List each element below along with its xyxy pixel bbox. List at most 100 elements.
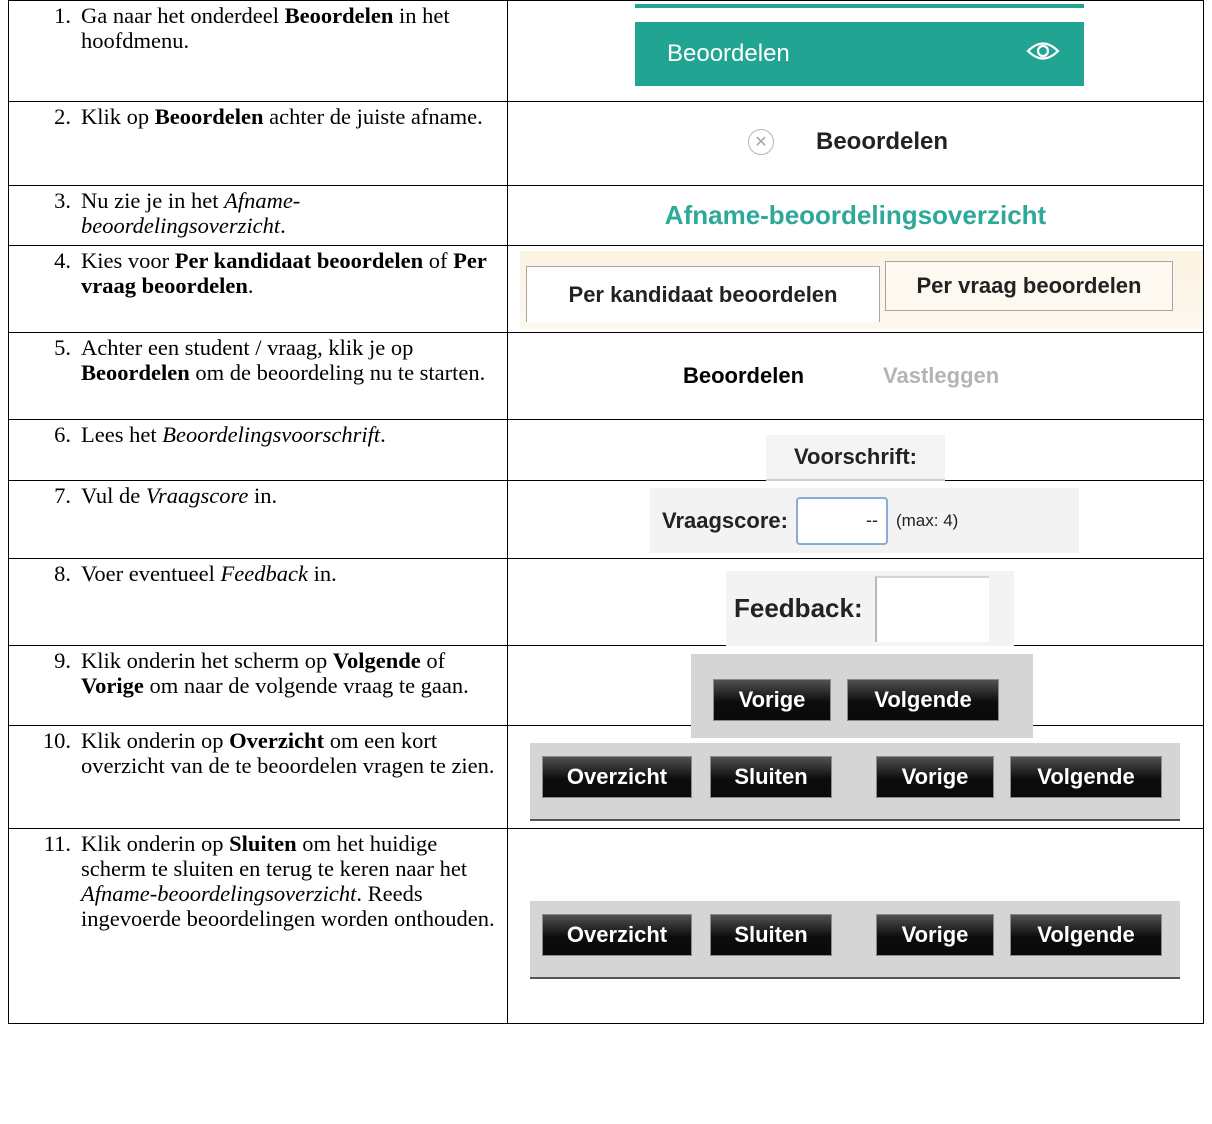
step-text: Achter een student / vraag, klik je op B…: [81, 335, 503, 385]
vraagscore-input[interactable]: --: [795, 496, 888, 545]
step-text-cell: 4. Kies voor Per kandidaat beoordelen of …: [8, 245, 508, 333]
menu-item-label: Beoordelen: [667, 40, 790, 67]
step-text-cell: 1. Ga naar het onderdeel Beoordelen in he…: [8, 0, 508, 102]
volgende-button[interactable]: Volgende: [847, 679, 999, 721]
tab-per-kandidaat[interactable]: Per kandidaat beoordelen: [526, 266, 880, 322]
step-row-8: 8. Voer eventueel Feedback in. Feedback:: [8, 558, 1204, 646]
step-number: 4.: [54, 248, 71, 273]
step-text-cell: 5. Achter een student / vraag, klik je op…: [8, 332, 508, 420]
close-circle-icon[interactable]: ✕: [748, 129, 774, 155]
step-text-bold: Sluiten: [229, 831, 297, 856]
step-text-run: Klik onderin op: [81, 728, 230, 753]
overzicht-button[interactable]: Overzicht: [542, 914, 692, 956]
step-text: Klik onderin op Sluiten om het huidige s…: [81, 831, 503, 931]
vraagscore-label: Vraagscore:: [662, 507, 788, 533]
beoordelen-link[interactable]: Beoordelen: [816, 128, 948, 156]
step-number: 11.: [43, 831, 71, 856]
feedback-panel: Feedback:: [726, 571, 1014, 646]
step-text-cell: 11. Klik onderin op Sluiten om het huidig…: [8, 828, 508, 1024]
step-number: 6.: [54, 422, 71, 447]
voorschrift-header[interactable]: Voorschrift:: [766, 435, 945, 481]
step-text-run: Klik op: [81, 104, 155, 129]
feedback-label: Feedback:: [734, 593, 863, 623]
step-number: 2.: [54, 104, 71, 129]
row-action-links: Beoordelen Vastleggen: [683, 363, 999, 389]
step-text-bold: Volgende: [332, 648, 421, 673]
step-text-cell: 7. Vul de Vraagscore in.: [8, 480, 508, 559]
instruction-table: 1. Ga naar het onderdeel Beoordelen in he…: [8, 0, 1204, 1024]
step-text: Ga naar het onderdeel Beoordelen in het …: [81, 3, 503, 53]
tab-per-vraag[interactable]: Per vraag beoordelen: [885, 261, 1173, 311]
step-text: Kies voor Per kandidaat beoordelen of Pe…: [81, 248, 503, 298]
step-text: Klik onderin op Overzicht om een kort ov…: [81, 728, 503, 778]
step-illustration-cell: Voorschrift:: [507, 419, 1204, 481]
step-text-run: in.: [307, 561, 337, 586]
step-text-cell: 6. Lees het Beoordelingsvoorschrift.: [8, 419, 508, 481]
beoordelen-link[interactable]: Beoordelen: [683, 363, 804, 389]
step-text: Lees het Beoordelingsvoorschrift.: [81, 422, 503, 447]
step-text-run: in.: [248, 483, 278, 508]
step-number: 3.: [54, 188, 71, 213]
step-illustration-cell: Feedback:: [507, 558, 1204, 646]
step-text-bold: Vorige: [81, 673, 144, 698]
step-text-run: of: [420, 648, 446, 673]
vastleggen-link: Vastleggen: [883, 363, 1000, 388]
step-text-cell: 2. Klik op Beoordelen achter de juiste af…: [8, 101, 508, 186]
step-text-bold: Beoordelen: [284, 3, 394, 28]
step-text-run: Voer eventueel: [81, 561, 221, 586]
step-text-run: Lees het: [81, 422, 163, 447]
step-number: 8.: [54, 561, 71, 586]
sluiten-button[interactable]: Sluiten: [710, 756, 832, 798]
volgende-button[interactable]: Volgende: [1010, 914, 1162, 956]
vorige-button[interactable]: Vorige: [713, 679, 831, 721]
step-row-4: 4. Kies voor Per kandidaat beoordelen of …: [8, 245, 1204, 333]
volgende-button[interactable]: Volgende: [1010, 756, 1162, 798]
feedback-textarea[interactable]: [874, 575, 989, 642]
menu-divider: [635, 4, 1084, 8]
step-text-bold: Overzicht: [229, 728, 325, 753]
step-row-11: 11. Klik onderin op Sluiten om het huidig…: [8, 828, 1204, 1024]
step-text: Klik op Beoordelen achter de juiste afna…: [81, 104, 503, 129]
vorige-button[interactable]: Vorige: [876, 914, 994, 956]
step-text: Voer eventueel Feedback in.: [81, 561, 503, 586]
step-text-run: achter de juiste afname.: [263, 104, 483, 129]
step-row-9: 9. Klik onderin het scherm op Volgende of…: [8, 645, 1204, 738]
step-row-10: 10. Klik onderin op Overzicht om een kort…: [8, 725, 1204, 829]
overzicht-button[interactable]: Overzicht: [542, 756, 692, 798]
step-number: 5.: [54, 335, 71, 360]
page-title: Afname-beoordelingsoverzicht: [664, 200, 1047, 230]
step-illustration-cell: Per kandidaat beoordelen Per vraag beoor…: [507, 245, 1204, 333]
vraagscore-max: (max: 4): [895, 510, 959, 530]
step-illustration-cell: ✕ Beoordelen: [507, 101, 1204, 186]
main-menu-beoordelen[interactable]: Beoordelen: [635, 22, 1084, 86]
step-text-cell: 3. Nu zie je in het Afname-beoordelingsov…: [8, 185, 508, 246]
step-text-run: Ga naar het onderdeel: [81, 3, 285, 28]
step-illustration-cell: Overzicht Sluiten Vorige Volgende: [507, 828, 1204, 1024]
step-text-run: Achter een student / vraag, klik je op: [81, 335, 414, 360]
sluiten-button[interactable]: Sluiten: [710, 914, 832, 956]
step-row-1: 1. Ga naar het onderdeel Beoordelen in he…: [8, 0, 1204, 102]
step-row-7: 7. Vul de Vraagscore in. Vraagscore: -- (…: [8, 480, 1204, 559]
step-text: Vul de Vraagscore in.: [81, 483, 503, 508]
step-text-bold: Per kandidaat beoordelen: [174, 248, 424, 273]
step-text-run: .: [247, 273, 254, 298]
step-text-bold: Beoordelen: [154, 104, 264, 129]
step-text: Nu zie je in het Afname-beoordelingsover…: [81, 188, 503, 238]
vorige-button[interactable]: Vorige: [876, 756, 994, 798]
step-illustration-cell: Vorige Volgende: [507, 645, 1204, 738]
step-text-italic: Afname-beoordelingsoverzicht: [81, 881, 357, 906]
step-number: 9.: [54, 648, 71, 673]
step-text-italic: Vraagscore: [145, 483, 249, 508]
step-illustration-cell: Beoordelen Vastleggen: [507, 332, 1204, 420]
bottom-button-bar: Overzicht Sluiten Vorige Volgende: [530, 743, 1180, 821]
step-text-run: Vul de: [81, 483, 146, 508]
step-illustration-cell: Afname-beoordelingsoverzicht: [507, 185, 1204, 246]
afname-row-actions: ✕ Beoordelen: [748, 128, 948, 156]
step-row-3: 3. Nu zie je in het Afname-beoordelingsov…: [8, 185, 1204, 246]
step-number: 7.: [54, 483, 71, 508]
step-number: 1.: [54, 3, 71, 28]
eye-icon: [1026, 40, 1060, 69]
step-number: 10.: [42, 728, 71, 753]
step-text-run: .: [280, 213, 286, 238]
step-illustration-cell: Vraagscore: -- (max: 4): [507, 480, 1204, 559]
